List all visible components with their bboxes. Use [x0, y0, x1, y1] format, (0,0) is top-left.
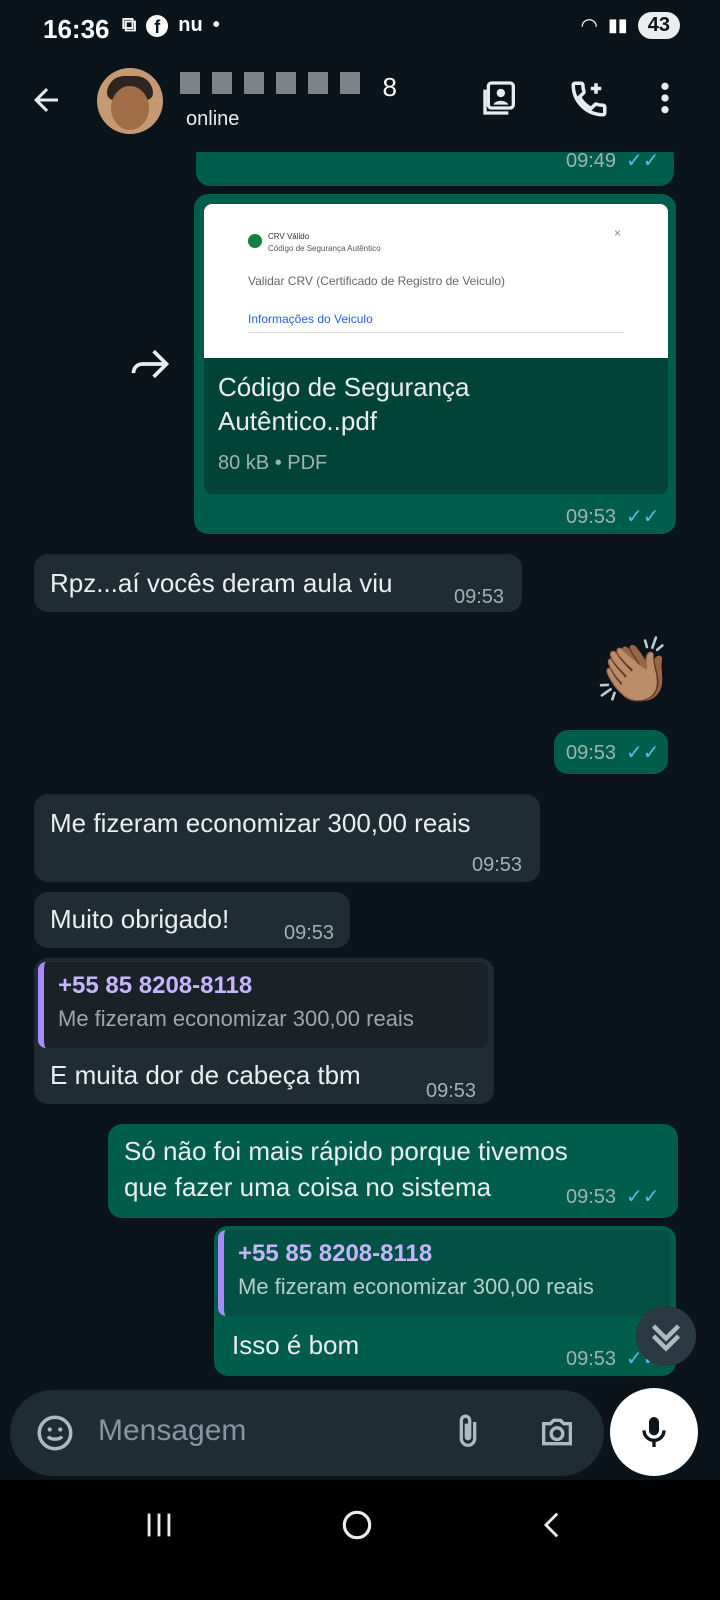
message-incoming[interactable]: Muito obrigado! 09:53	[34, 892, 350, 948]
message-text: Rpz...aí vocês deram aula viu	[50, 568, 393, 598]
message-outgoing[interactable]: 09:49 ✓✓	[196, 152, 674, 186]
avatar[interactable]	[97, 68, 163, 134]
chat-area[interactable]: 09:49 ✓✓ CRV Válido Código de Segurança …	[0, 152, 720, 1392]
sticker-icon[interactable]	[34, 1412, 76, 1454]
microphone-icon	[642, 1417, 666, 1447]
quoted-author: +55 85 8208-8118	[238, 1240, 433, 1267]
attach-icon[interactable]	[448, 1410, 488, 1454]
screenshot-icon: ⧉	[122, 14, 137, 36]
pdf-preview-divider	[248, 332, 624, 333]
more-options-icon[interactable]	[650, 78, 680, 118]
message-time: 09:53	[566, 1348, 617, 1370]
facebook-icon: f	[146, 14, 169, 37]
recent-apps-icon[interactable]	[142, 1508, 176, 1542]
pdf-file-name-line1: Código de Segurança	[218, 372, 470, 402]
pdf-preview-heading: Validar CRV (Certificado de Registro de …	[248, 274, 506, 288]
message-text-line1: Só não foi mais rápido porque tivemos	[124, 1136, 568, 1166]
message-reply-incoming[interactable]: +55 85 8208-8118 Me fizeram economizar 3…	[34, 958, 494, 1104]
message-text: E muita dor de cabeça tbm	[50, 1060, 361, 1090]
message-document[interactable]: CRV Válido Código de Segurança Autêntico…	[194, 194, 676, 534]
status-time: 16:36	[43, 14, 110, 44]
message-text: Me fizeram economizar 300,00 reais	[50, 808, 471, 838]
quoted-text: Me fizeram economizar 300,00 reais	[58, 1006, 414, 1031]
scroll-to-bottom-button[interactable]	[636, 1306, 696, 1366]
quoted-author: +55 85 8208-8118	[58, 972, 253, 999]
pdf-preview-title: CRV Válido	[268, 232, 310, 241]
camera-icon[interactable]	[536, 1412, 578, 1452]
message-outgoing[interactable]: 09:53 ✓✓	[554, 730, 668, 774]
message-time: 09:53	[472, 854, 523, 876]
read-ticks-icon: ✓✓	[626, 152, 660, 172]
double-chevron-down-icon	[651, 1324, 681, 1352]
quoted-message[interactable]: +55 85 8208-8118 Me fizeram economizar 3…	[218, 1230, 670, 1316]
nu-icon: nu	[178, 14, 203, 36]
message-text-line2: que fazer uma coisa no sistema	[124, 1172, 492, 1202]
android-nav-bar	[0, 1480, 720, 1600]
chat-header: 8 online	[0, 56, 720, 152]
message-text: Isso é bom	[232, 1330, 360, 1360]
pdf-file-name-line2: Autêntico..pdf	[218, 406, 377, 436]
pdf-preview-sub: Código de Segurança Autêntico	[268, 244, 381, 253]
nav-back-icon[interactable]	[536, 1506, 570, 1544]
contact-name[interactable]: 8	[180, 72, 440, 102]
add-call-icon[interactable]	[568, 78, 610, 120]
contact-card-icon[interactable]	[480, 78, 520, 118]
message-reply-outgoing[interactable]: +55 85 8208-8118 Me fizeram economizar 3…	[214, 1226, 676, 1376]
message-input[interactable]: Mensagem	[98, 1414, 246, 1448]
message-text: Muito obrigado!	[50, 904, 230, 934]
wifi-icon: ◠	[580, 15, 598, 37]
read-ticks-icon: ✓✓	[626, 742, 660, 764]
pdf-file-info[interactable]: Código de Segurança Autêntico..pdf 80 kB…	[204, 358, 668, 494]
signal-icon: ▮▮	[607, 15, 628, 35]
pdf-preview[interactable]: CRV Válido Código de Segurança Autêntico…	[204, 204, 668, 358]
message-time: 09:53	[566, 742, 617, 764]
read-ticks-icon: ✓✓	[626, 506, 660, 528]
close-icon: ×	[614, 226, 622, 240]
message-emoji[interactable]: 👏🏽	[594, 636, 674, 706]
message-time: 09:53	[426, 1080, 477, 1102]
back-arrow-icon[interactable]	[28, 82, 64, 118]
message-incoming[interactable]: Me fizeram economizar 300,00 reais 09:53	[34, 794, 540, 882]
pdf-preview-link: Informações do Veiculo	[248, 312, 373, 326]
message-incoming[interactable]: Rpz...aí vocês deram aula viu 09:53	[34, 554, 522, 612]
quoted-message[interactable]: +55 85 8208-8118 Me fizeram economizar 3…	[38, 962, 488, 1048]
status-system-icons: ◠ ▮▮ 43	[580, 12, 680, 39]
battery-level: 43	[637, 12, 680, 39]
quoted-text: Me fizeram economizar 300,00 reais	[238, 1274, 594, 1299]
message-time: 09:49	[566, 152, 617, 172]
message-time: 09:53	[284, 922, 335, 944]
read-ticks-icon: ✓✓	[626, 1186, 660, 1208]
status-bar: 16:36 ⧉ f nu • ◠ ▮▮ 43	[0, 0, 720, 56]
pdf-file-meta: 80 kB • PDF	[218, 452, 328, 474]
dot-icon: •	[212, 14, 220, 36]
message-outgoing[interactable]: Só não foi mais rápido porque tivemos qu…	[108, 1124, 678, 1218]
status-notification-icons: ⧉ f nu •	[122, 14, 220, 37]
message-composer[interactable]: Mensagem	[10, 1390, 604, 1476]
message-time: 09:53	[454, 586, 505, 608]
check-icon	[248, 234, 262, 248]
home-icon[interactable]	[338, 1506, 376, 1544]
message-time: 09:53	[566, 506, 617, 528]
forward-icon[interactable]	[128, 342, 172, 386]
contact-status: online	[186, 108, 240, 130]
message-time: 09:53	[566, 1186, 617, 1208]
voice-message-button[interactable]	[610, 1388, 698, 1476]
